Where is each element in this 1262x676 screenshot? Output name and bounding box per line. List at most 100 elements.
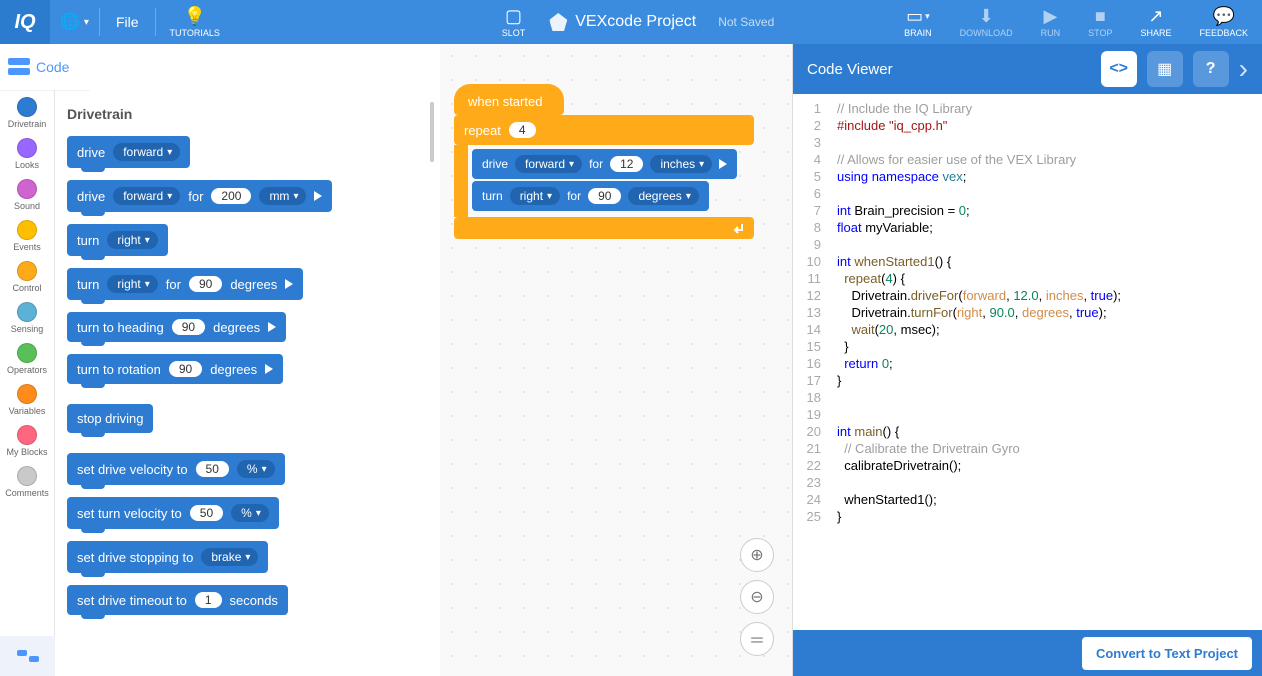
download-button[interactable]: ⬇ DOWNLOAD (946, 0, 1027, 44)
brain-button[interactable]: ▭▾ BRAIN (890, 0, 946, 44)
block-turn-rotation[interactable]: turn to rotation90degrees (67, 354, 283, 384)
share-icon: ↗ (1148, 6, 1163, 27)
globe-icon: 🌐 (60, 12, 80, 32)
feedback-icon: 💬 (1213, 6, 1235, 27)
dropdown-percent[interactable]: % (237, 460, 275, 478)
dropdown-forward[interactable]: forward (113, 187, 180, 205)
block-stop-driving[interactable]: stop driving (67, 404, 153, 433)
code-tab-label: Code (36, 59, 69, 75)
project-name[interactable]: VEXcode Project (549, 13, 696, 31)
category-label: Drivetrain (8, 119, 47, 129)
input-repeat-count[interactable]: 4 (509, 122, 536, 138)
c-block-repeat[interactable]: repeat4 (454, 115, 754, 145)
block-turn-heading[interactable]: turn to heading90degrees (67, 312, 286, 342)
hat-when-started[interactable]: when started (454, 84, 564, 115)
dropdown-right[interactable]: right (510, 187, 560, 205)
dropdown-right[interactable]: right (107, 231, 157, 249)
category-comments[interactable]: Comments (5, 463, 49, 501)
stop-button[interactable]: ■ STOP (1074, 0, 1126, 44)
code-view-button[interactable]: <> (1101, 51, 1137, 87)
play-icon (719, 159, 727, 169)
block-turn[interactable]: turnright (67, 224, 168, 256)
feedback-button[interactable]: 💬 FEEDBACK (1185, 0, 1262, 44)
block-drive-for-inner[interactable]: driveforwardfor12inches (472, 149, 737, 179)
viewer-header: Code Viewer <> ▦ ? › (793, 44, 1262, 94)
language-menu[interactable]: 🌐 ▾ (50, 12, 99, 32)
blocks-icon (8, 58, 30, 76)
input-rotation[interactable]: 90 (169, 361, 202, 377)
zoom-controls: ⊕ ⊖ ＝ (740, 538, 774, 656)
dropdown-forward[interactable]: forward (113, 143, 180, 161)
run-button[interactable]: ▶ RUN (1027, 0, 1075, 44)
code-tab[interactable]: Code (0, 44, 90, 90)
input-velocity[interactable]: 50 (196, 461, 229, 477)
input-degrees[interactable]: 90 (588, 188, 621, 204)
block-label: turn (482, 189, 503, 203)
c-block-bottom[interactable] (454, 217, 754, 239)
category-myblocks[interactable]: My Blocks (6, 422, 47, 460)
category-drivetrain[interactable]: Drivetrain (8, 94, 47, 132)
block-set-stopping[interactable]: set drive stopping to brake (67, 541, 268, 573)
input-timeout[interactable]: 1 (195, 592, 222, 608)
block-label: set drive stopping to (77, 550, 193, 565)
convert-button[interactable]: Convert to Text Project (1082, 637, 1252, 670)
input-distance[interactable]: 12 (610, 156, 643, 172)
zoom-in-button[interactable]: ⊕ (740, 538, 774, 572)
dot-icon (17, 97, 37, 117)
collapse-button[interactable]: › (1239, 53, 1248, 85)
help-button[interactable]: ? (1193, 51, 1229, 87)
input-distance[interactable]: 200 (211, 188, 251, 204)
block-label: degrees (230, 277, 277, 292)
dropdown-degrees[interactable]: degrees (628, 187, 698, 205)
workspace[interactable]: when started repeat4 driveforwardfor12in… (440, 44, 792, 676)
dropdown-mm[interactable]: mm (259, 187, 306, 205)
zoom-reset-button[interactable]: ＝ (740, 622, 774, 656)
input-heading[interactable]: 90 (172, 319, 205, 335)
tutorials-button[interactable]: 💡 TUTORIALS (156, 0, 234, 44)
dropdown-inches[interactable]: inches (650, 155, 712, 173)
category-label: Events (13, 242, 41, 252)
block-stack[interactable]: when started repeat4 driveforwardfor12in… (454, 84, 754, 239)
help-icon: ? (1206, 60, 1216, 78)
share-button[interactable]: ↗ SHARE (1126, 0, 1185, 44)
palette-title: Drivetrain (67, 106, 428, 122)
file-menu[interactable]: File (100, 14, 155, 30)
category-looks[interactable]: Looks (15, 135, 39, 173)
category-label: Operators (7, 365, 47, 375)
dropdown-percent[interactable]: % (231, 504, 269, 522)
category-variables[interactable]: Variables (9, 381, 46, 419)
brain-icon: ▭▾ (906, 6, 930, 27)
play-icon: ▶ (1043, 6, 1057, 27)
category-sensing[interactable]: Sensing (11, 299, 44, 337)
input-velocity[interactable]: 50 (190, 505, 223, 521)
block-drive-for[interactable]: driveforwardfor200mm (67, 180, 332, 212)
block-label: stop driving (77, 411, 143, 426)
category-sound[interactable]: Sound (14, 176, 40, 214)
code-text[interactable]: // Include the IQ Library #include "iq_c… (829, 94, 1129, 630)
dot-icon (17, 425, 37, 445)
dropdown-forward[interactable]: forward (515, 155, 582, 173)
dropdown-right[interactable]: right (107, 275, 157, 293)
zoom-out-button[interactable]: ⊖ (740, 580, 774, 614)
run-label: RUN (1041, 28, 1061, 38)
code-icon: <> (1109, 60, 1128, 78)
minus-icon: ⊖ (750, 587, 763, 607)
device-view-button[interactable]: ▦ (1147, 51, 1183, 87)
dot-icon (17, 220, 37, 240)
category-control[interactable]: Control (12, 258, 41, 296)
category-operators[interactable]: Operators (7, 340, 47, 378)
dropdown-brake[interactable]: brake (201, 548, 258, 566)
block-turn-for-inner[interactable]: turnrightfor90degrees (472, 181, 709, 211)
pentagon-icon (549, 13, 567, 31)
slot-button[interactable]: ▢ SLOT (488, 0, 540, 44)
code-area: 1234567891011121314151617181920212223242… (793, 94, 1262, 630)
block-set-drive-velocity[interactable]: set drive velocity to50% (67, 453, 285, 485)
block-turn-for[interactable]: turnrightfor90degrees (67, 268, 303, 300)
stop-icon: ■ (1095, 6, 1106, 27)
block-set-turn-velocity[interactable]: set turn velocity to50% (67, 497, 279, 529)
category-events[interactable]: Events (13, 217, 41, 255)
devices-toggle[interactable] (0, 636, 55, 676)
block-drive[interactable]: driveforward (67, 136, 190, 168)
input-degrees[interactable]: 90 (189, 276, 222, 292)
block-set-timeout[interactable]: set drive timeout to1seconds (67, 585, 288, 615)
